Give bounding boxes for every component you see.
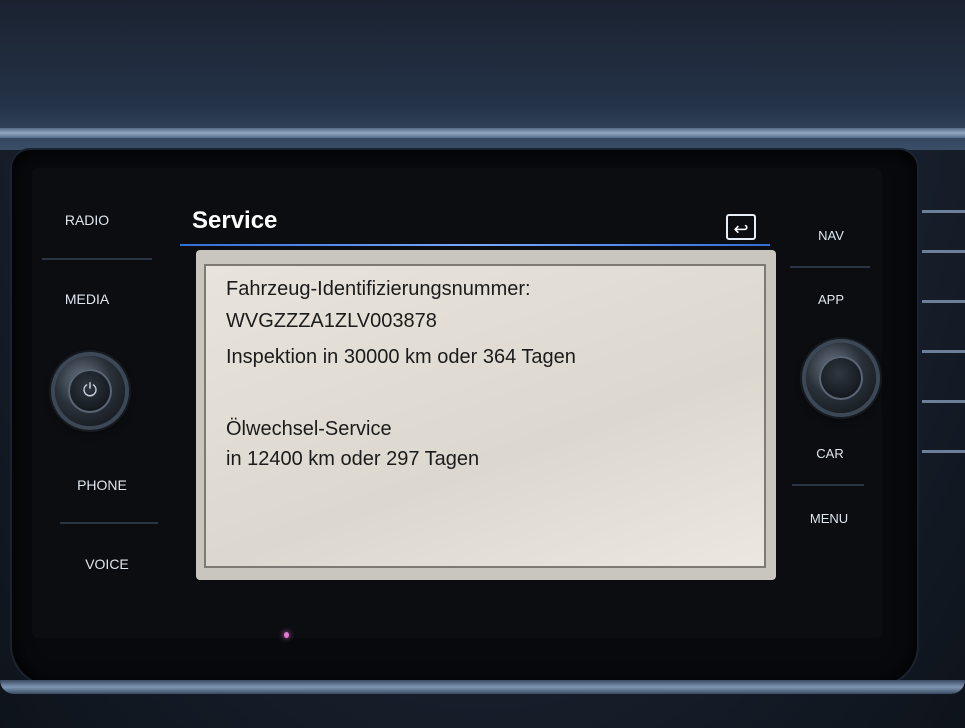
back-button[interactable]: ↩ — [726, 214, 756, 240]
air-vent-slat — [922, 450, 965, 453]
app-button[interactable]: APP — [776, 292, 886, 307]
phone-button[interactable]: PHONE — [47, 477, 157, 493]
oil-service-title: Ölwechsel-Service — [226, 418, 392, 440]
divider — [790, 266, 870, 268]
power-volume-knob[interactable]: ⏻ — [55, 356, 125, 426]
air-vent-slat — [922, 250, 965, 253]
vin-value: WVGZZZA1ZLV003878 — [226, 310, 437, 332]
tuning-knob[interactable] — [806, 343, 876, 413]
media-button[interactable]: MEDIA — [32, 291, 142, 307]
nav-button[interactable]: NAV — [776, 228, 886, 243]
vin-label: Fahrzeug-Identifizierungsnummer: — [226, 278, 531, 300]
knob-cap: ⏻ — [68, 369, 112, 413]
oil-service-detail: in 12400 km oder 297 Tagen — [226, 448, 480, 470]
chrome-trim-top — [0, 128, 965, 138]
knob-cap — [819, 356, 863, 400]
back-arrow-icon: ↩ — [733, 219, 749, 239]
divider — [42, 258, 152, 260]
chrome-trim-bottom — [0, 680, 965, 694]
car-button[interactable]: CAR — [775, 446, 885, 461]
status-led — [284, 632, 289, 638]
air-vent-slat — [922, 300, 965, 303]
page-title: Service — [192, 207, 278, 234]
service-info-content: Fahrzeug-Identifizierungsnummer: WVGZZZA… — [204, 264, 766, 568]
voice-button[interactable]: VOICE — [52, 556, 162, 572]
power-icon: ⏻ — [82, 380, 98, 400]
inspection-text: Inspektion in 30000 km oder 364 Tagen — [226, 346, 576, 368]
title-underline — [180, 244, 770, 246]
divider — [60, 522, 158, 524]
service-info-panel: Fahrzeug-Identifizierungsnummer: WVGZZZA… — [196, 250, 776, 580]
air-vent-slat — [922, 400, 965, 403]
radio-button[interactable]: RADIO — [32, 212, 142, 228]
divider — [792, 484, 864, 486]
menu-button[interactable]: MENU — [774, 511, 884, 526]
air-vent-slat — [922, 350, 965, 353]
air-vent-slat — [922, 210, 965, 213]
